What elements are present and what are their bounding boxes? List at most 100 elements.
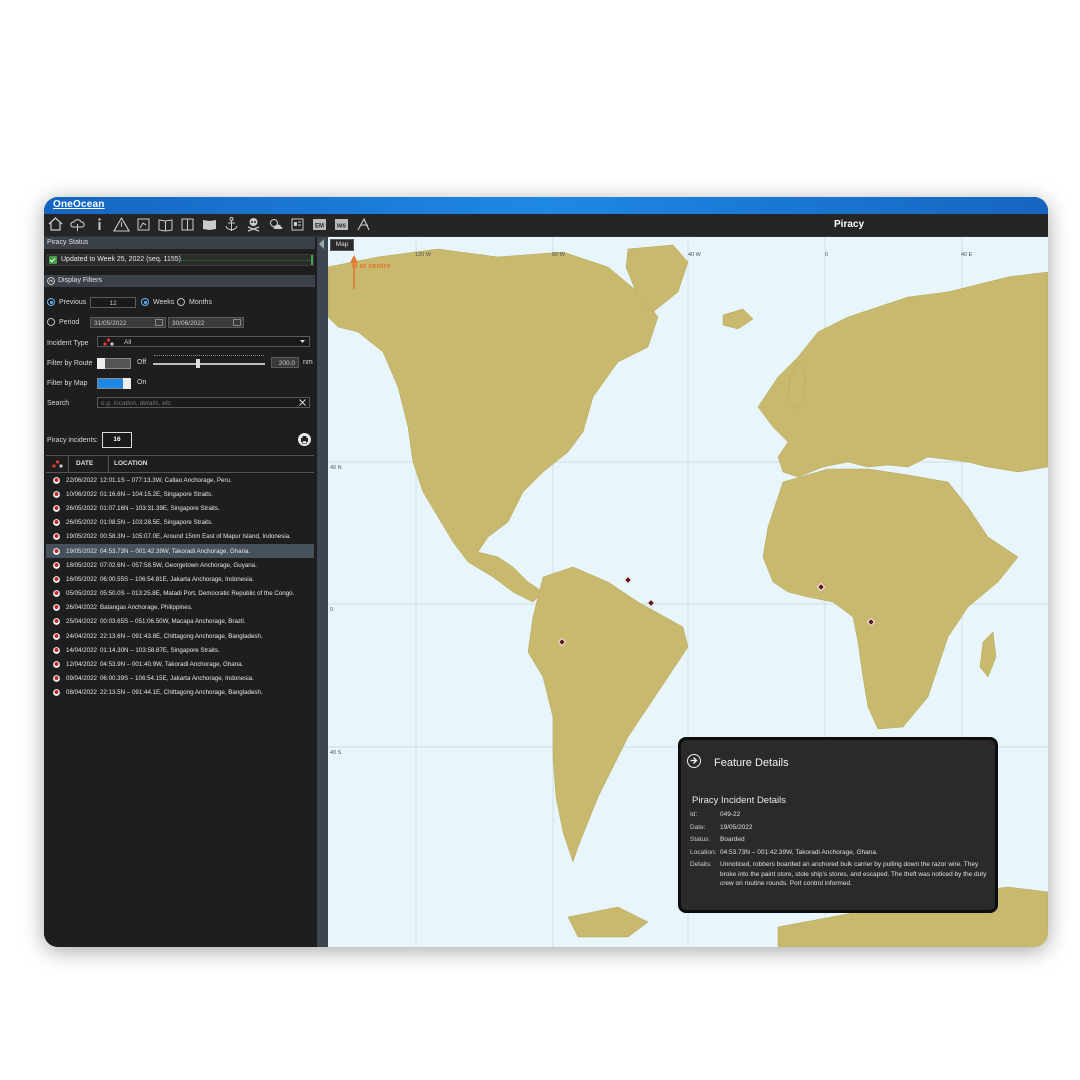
incident-row[interactable]: 05/05/2022 05:50.0S – 013:25.8E, Matadi P… [46,587,314,601]
incident-row[interactable]: 25/04/2022 00:03.65S – 051:06.50W, Macapa… [46,615,314,629]
route-distance-input[interactable]: 200.0 [271,357,299,368]
north-at-centre-label[interactable]: N at centre [350,255,391,289]
search-row: Search [47,396,69,410]
piracy-status-header[interactable]: Piracy Status [44,237,315,249]
column-header-location[interactable]: LOCATION [114,460,147,467]
chevron-down-icon[interactable] [300,340,305,344]
calendar-icon[interactable] [233,319,241,326]
incident-row[interactable]: 19/05/2022 00:58.3N – 105:07.0E, Around 1… [46,530,314,544]
route-icon[interactable] [355,216,372,233]
period-radio[interactable] [47,318,55,326]
cloud-download-icon[interactable] [69,216,86,233]
chart-icon[interactable] [135,216,152,233]
home-icon[interactable] [47,216,64,233]
incident-types-icon[interactable] [52,460,63,468]
status-indicator [311,255,313,265]
clear-search-icon[interactable] [299,399,306,406]
skull-icon [53,590,60,597]
status-text: Updated to Week 25, 2022 (seq. 1155) [61,256,181,263]
incident-row[interactable]: 12/04/2022 04:53.9N – 001:40.9W, Takoradi… [46,657,314,671]
book-icon[interactable] [179,216,196,233]
incident-types-icon [103,338,114,346]
route-distance-slider[interactable] [153,363,265,365]
calendar-icon[interactable] [155,319,163,326]
skull-icon [53,476,60,484]
incident-date: 18/05/2022 [66,561,97,569]
status-bar: Updated to Week 25, 2022 (seq. 1155) [46,254,314,266]
incident-date: 05/05/2022 [66,590,97,598]
incident-row[interactable]: 08/04/2022 22:13.5N – 091:44.1E, Chittago… [46,686,314,700]
date-from-field[interactable]: 31/05/2022 [90,317,166,328]
open-book-icon[interactable] [157,216,174,233]
weeks-label: Weeks [153,298,175,306]
date-to-field[interactable]: 30/06/2022 [168,317,244,328]
info-icon[interactable] [91,216,108,233]
months-radio[interactable] [177,298,185,306]
panel-splitter[interactable] [317,237,328,947]
map-view[interactable]: Map N at centre 120 W 80 W 40 W 0 40 E 4… [328,237,1048,947]
incident-date: 08/04/2022 [66,689,97,697]
slider-ticks [154,355,264,359]
months-option[interactable]: Months [177,295,212,309]
incident-details-subtitle: Piracy Incident Details [692,795,786,806]
id-value: 049-22 [720,811,741,818]
incident-row[interactable]: 10/06/2022 01:16.6N – 104:15.2E, Singapor… [46,487,314,501]
incident-location: 04:53.9N – 001:40.9W, Takoradi Anchorage… [99,661,244,669]
incident-row[interactable]: 16/05/2022 06:00.55S – 106:54.81E, Jakart… [46,572,314,586]
incident-type-label: Incident Type [47,339,89,347]
collapse-left-icon[interactable] [319,239,324,249]
brand-logo[interactable]: OneOcean [53,199,105,210]
filter-map-toggle[interactable] [97,378,131,389]
library-icon[interactable] [201,216,218,233]
incident-location: 05:50.0S – 013:25.8E, Matadi Port, Democ… [99,590,295,598]
page-title: Piracy [834,219,865,230]
collapse-up-icon[interactable] [47,277,55,285]
arrow-right-icon[interactable] [687,754,701,768]
warning-icon[interactable] [113,216,130,233]
period-row: Period [47,315,79,329]
previous-label: Previous [59,298,87,306]
svg-text:EM: EM [315,224,324,230]
incident-row[interactable]: 26/04/2022 Batangas Anchorage, Philippine… [46,601,314,615]
slider-thumb[interactable] [196,359,200,368]
incident-location: 00:58.3N – 105:07.0E, Around 15nm East o… [99,533,291,541]
column-header-date[interactable]: DATE [76,460,93,467]
date-to-value: 30/06/2022 [172,320,205,327]
incident-row[interactable]: 26/05/2022 01:07.16N – 103:31.39E, Singap… [46,501,314,515]
filter-route-toggle[interactable] [97,358,131,369]
search-input[interactable]: e.g. location, details, etc. [97,397,310,408]
ims-icon[interactable]: IMS [333,216,350,233]
weeks-option[interactable]: Weeks [141,295,174,309]
skull-icon[interactable] [245,216,262,233]
document-icon[interactable] [289,216,306,233]
incident-type-select[interactable]: All [97,336,310,347]
location-value: 04:53.73N – 001:42.39W, Takoradi Anchora… [720,849,878,856]
previous-radio[interactable] [47,298,55,306]
weeks-radio[interactable] [141,298,149,306]
details-label: Details: [690,861,712,868]
incident-row[interactable]: 18/05/2022 07:02.6N – 057:58.5W, Georgeto… [46,558,314,572]
incident-row[interactable]: 09/04/2022 06:00.39S – 106:54.15E, Jakart… [46,672,314,686]
map-tab[interactable]: Map [330,239,354,251]
weather-icon[interactable] [267,216,284,233]
incident-row[interactable]: 24/04/2022 22:13.6N – 091:43.8E, Chittago… [46,629,314,643]
em-icon[interactable]: EM [311,216,328,233]
incident-row[interactable]: 26/05/2022 01:08.5N – 103:28.5E, Singapor… [46,516,314,530]
incident-date: 10/06/2022 [66,490,97,498]
incident-row[interactable]: 22/06/2022 12:01.1S – 077:13.3W, Callao A… [46,473,314,487]
display-filters-header[interactable]: Display Filters [44,275,315,287]
print-button[interactable] [298,433,311,446]
anchor-icon[interactable] [223,216,240,233]
incident-date: 22/06/2022 [66,476,97,484]
lon-label: 40 W [688,252,701,258]
filter-map-row: Filter by Map [47,376,87,390]
incident-location: 01:14.30N – 103:58.87E, Singapore Strait… [99,646,220,654]
incident-location: 00:03.65S – 051:06.50W, Macapa Anchorage… [99,618,246,626]
feature-details-panel: Feature Details Piracy Incident Details … [678,737,998,913]
date-value: 19/05/2022 [720,824,753,831]
incident-row[interactable]: 14/04/2022 01:14.30N – 103:58.87E, Singap… [46,643,314,657]
previous-count-input[interactable]: 12 [90,297,136,308]
incident-row[interactable]: 19/05/2022 04:53.73N – 001:42.39W, Takora… [46,543,314,559]
toolbar: EM IMS Piracy [44,214,1048,237]
months-label: Months [189,298,212,306]
